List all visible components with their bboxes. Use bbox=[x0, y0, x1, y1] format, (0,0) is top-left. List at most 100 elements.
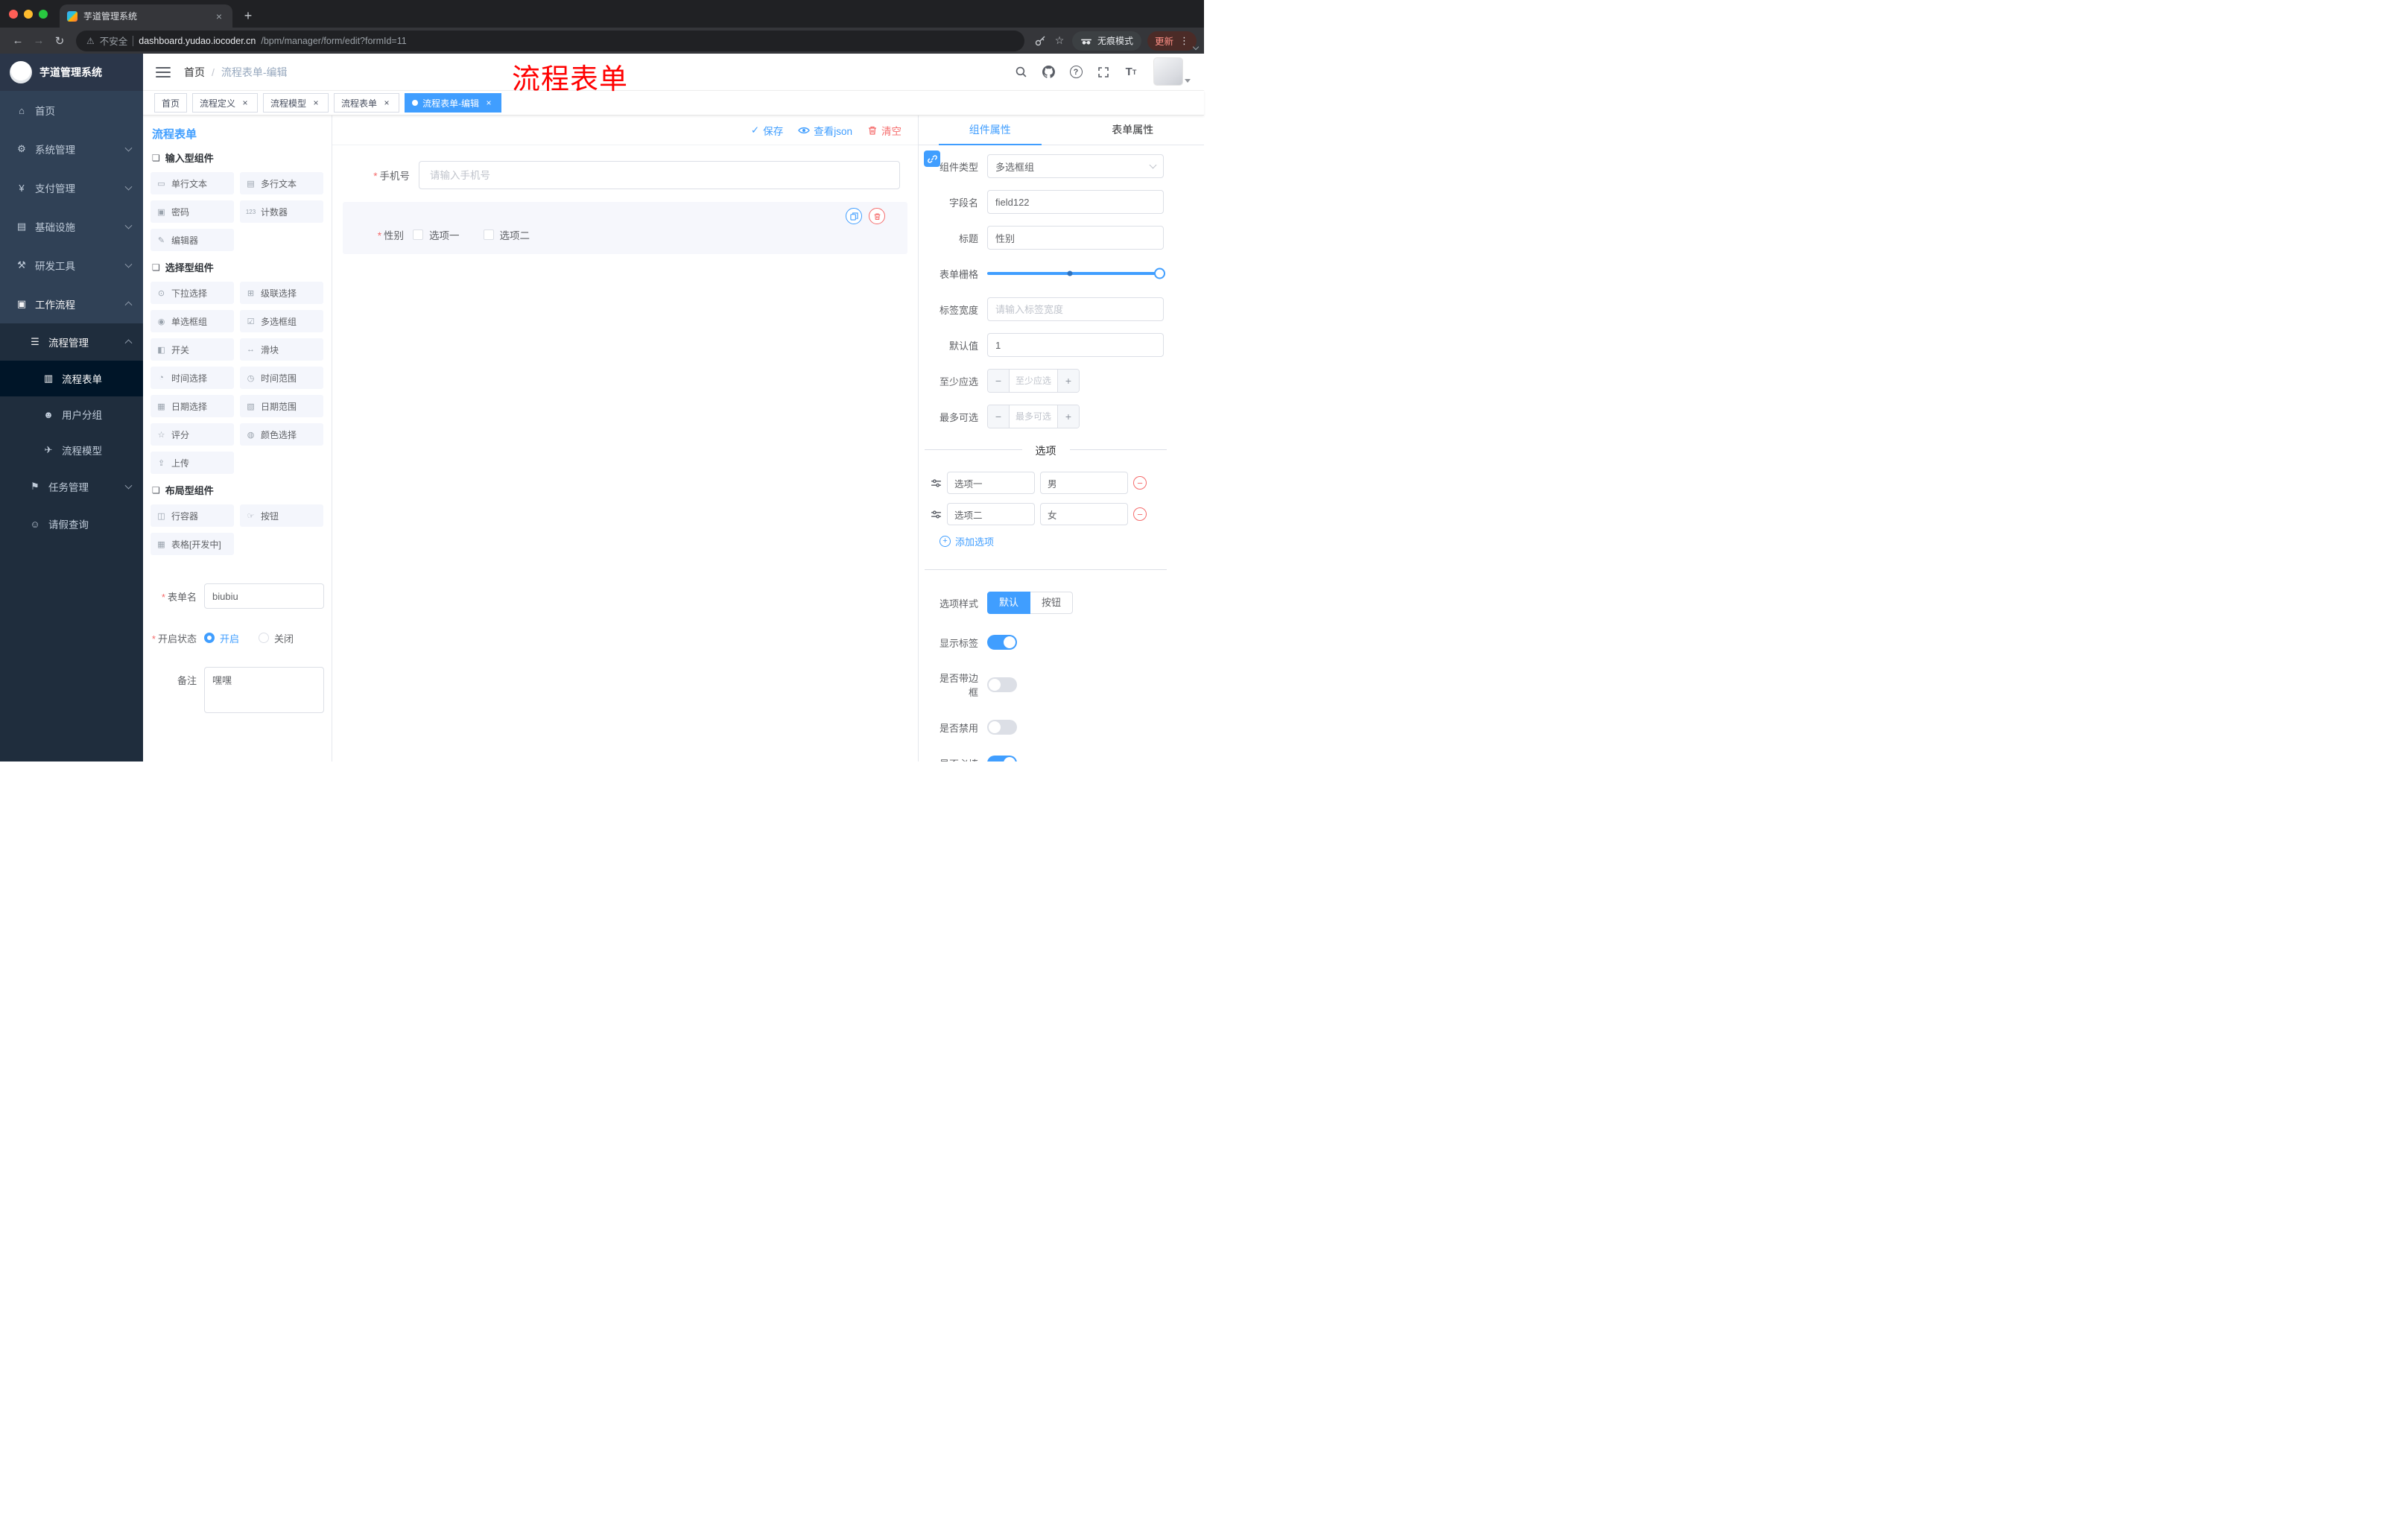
tab-form-props[interactable]: 表单属性 bbox=[1062, 115, 1205, 145]
component-chip-time-picker[interactable]: ◔ 时间选择 bbox=[150, 367, 234, 389]
sidebar-item-workflow[interactable]: ▣ 工作流程 bbox=[0, 285, 143, 323]
sidebar-logo[interactable]: 芋道管理系统 bbox=[0, 54, 143, 91]
slider-track[interactable] bbox=[987, 272, 1164, 275]
form-name-input[interactable] bbox=[204, 583, 324, 609]
browser-menu-icon[interactable]: ⋮ bbox=[1179, 35, 1189, 47]
sidebar-item-task-management[interactable]: ⚑ 任务管理 bbox=[0, 468, 143, 505]
default-value-input[interactable] bbox=[987, 333, 1164, 357]
window-close-button[interactable] bbox=[9, 9, 18, 19]
option-label-input[interactable] bbox=[947, 503, 1035, 525]
user-menu[interactable] bbox=[1153, 57, 1192, 87]
window-zoom-button[interactable] bbox=[39, 9, 48, 19]
breadcrumb-home[interactable]: 首页 bbox=[184, 65, 205, 80]
remove-option-button[interactable]: − bbox=[1133, 476, 1147, 490]
sidebar-item-process-form[interactable]: ▥ 流程表单 bbox=[0, 361, 143, 396]
min-select-input[interactable] bbox=[1010, 370, 1057, 392]
tag-process-definition[interactable]: 流程定义 × bbox=[192, 93, 259, 113]
clear-button[interactable]: 清空 bbox=[867, 123, 902, 138]
stepper-plus-button[interactable]: + bbox=[1057, 370, 1079, 392]
title-input[interactable] bbox=[987, 226, 1164, 250]
component-chip-cascader[interactable]: ⊞ 级联选择 bbox=[240, 282, 323, 304]
sidebar-item-infrastructure[interactable]: ▤ 基础设施 bbox=[0, 207, 143, 246]
sidebar-item-process-model[interactable]: ✈ 流程模型 bbox=[0, 432, 143, 468]
checkbox-option-1[interactable]: 选项一 bbox=[413, 227, 460, 242]
font-size-icon[interactable]: TT bbox=[1121, 63, 1141, 82]
reload-button[interactable]: ↻ bbox=[49, 34, 70, 48]
tag-process-form[interactable]: 流程表单 × bbox=[334, 93, 400, 113]
grid-slider[interactable] bbox=[987, 262, 1165, 285]
forward-button[interactable]: → bbox=[28, 34, 49, 47]
option-value-input[interactable] bbox=[1040, 472, 1128, 494]
phone-input[interactable] bbox=[419, 161, 900, 189]
slider-handle[interactable] bbox=[1154, 267, 1165, 279]
component-chip-button[interactable]: ☞ 按钮 bbox=[240, 504, 323, 527]
component-chip-slider[interactable]: ↔ 滑块 bbox=[240, 338, 323, 361]
component-chip-upload[interactable]: ⇪ 上传 bbox=[150, 452, 234, 474]
tag-close-icon[interactable]: × bbox=[381, 98, 392, 108]
status-radio-off[interactable]: 关闭 bbox=[259, 631, 294, 645]
security-warning-icon[interactable]: ⚠ bbox=[86, 36, 95, 46]
drag-handle-icon[interactable] bbox=[931, 509, 942, 520]
tag-home[interactable]: 首页 bbox=[154, 93, 188, 113]
component-chip-radio-group[interactable]: ◉ 单选框组 bbox=[150, 310, 234, 332]
component-chip-checkbox-group[interactable]: ☑ 多选框组 bbox=[240, 310, 323, 332]
link-icon[interactable] bbox=[924, 151, 940, 167]
style-default-button[interactable]: 默认 bbox=[987, 592, 1031, 614]
required-switch[interactable] bbox=[987, 756, 1017, 762]
disabled-switch[interactable] bbox=[987, 720, 1017, 735]
component-chip-date-range[interactable]: ▧ 日期范围 bbox=[240, 395, 323, 417]
browser-tab[interactable]: 芋道管理系统 × bbox=[60, 4, 232, 28]
tag-close-icon[interactable]: × bbox=[240, 98, 250, 108]
address-bar[interactable]: ⚠ 不安全 dashboard.yudao.iocoder.cn /bpm/ma… bbox=[76, 30, 1024, 51]
component-chip-row-container[interactable]: ◫ 行容器 bbox=[150, 504, 234, 527]
option-label-input[interactable] bbox=[947, 472, 1035, 494]
component-chip-date-picker[interactable]: ▦ 日期选择 bbox=[150, 395, 234, 417]
tag-close-icon[interactable]: × bbox=[484, 98, 494, 108]
sidebar-item-leave-query[interactable]: ☺ 请假查询 bbox=[0, 505, 143, 542]
sidebar-item-system[interactable]: ⚙ 系统管理 bbox=[0, 130, 143, 168]
component-chip-select[interactable]: ⊙ 下拉选择 bbox=[150, 282, 234, 304]
field-name-input[interactable] bbox=[987, 190, 1164, 214]
canvas-field-phone[interactable]: * 手机号 bbox=[343, 154, 907, 196]
update-button[interactable]: 更新 ⋮ bbox=[1147, 31, 1197, 51]
component-chip-counter[interactable]: 123 计数器 bbox=[240, 200, 323, 223]
tag-process-model[interactable]: 流程模型 × bbox=[263, 93, 329, 113]
status-radio-on[interactable]: 开启 bbox=[204, 631, 239, 645]
sidebar-item-devtools[interactable]: ⚒ 研发工具 bbox=[0, 246, 143, 285]
stepper-plus-button[interactable]: + bbox=[1057, 405, 1079, 428]
option-value-input[interactable] bbox=[1040, 503, 1128, 525]
copy-field-button[interactable] bbox=[846, 208, 862, 224]
help-icon[interactable]: ? bbox=[1066, 63, 1086, 82]
component-type-select[interactable]: 多选框组 bbox=[987, 154, 1164, 178]
component-chip-switch[interactable]: ◧ 开关 bbox=[150, 338, 234, 361]
delete-field-button[interactable] bbox=[869, 208, 885, 224]
window-minimize-button[interactable] bbox=[24, 9, 33, 19]
tag-close-icon[interactable]: × bbox=[311, 98, 321, 108]
component-chip-textarea[interactable]: ▤ 多行文本 bbox=[240, 172, 323, 194]
remove-option-button[interactable]: − bbox=[1133, 507, 1147, 521]
tab-component-props[interactable]: 组件属性 bbox=[919, 115, 1062, 145]
component-chip-editor[interactable]: ✎ 编辑器 bbox=[150, 229, 234, 251]
component-chip-table[interactable]: ▦ 表格[开发中] bbox=[150, 533, 234, 555]
tab-close-icon[interactable]: × bbox=[213, 10, 225, 22]
github-icon[interactable] bbox=[1039, 63, 1058, 82]
sidebar-item-user-group[interactable]: ☻ 用户分组 bbox=[0, 396, 143, 432]
component-chip-rate[interactable]: ☆ 评分 bbox=[150, 423, 234, 446]
stepper-minus-button[interactable]: − bbox=[988, 405, 1010, 428]
fullscreen-icon[interactable] bbox=[1094, 63, 1113, 82]
border-switch[interactable] bbox=[987, 677, 1017, 692]
add-option-button[interactable]: + 添加选项 bbox=[940, 534, 994, 548]
tag-process-form-edit[interactable]: 流程表单-编辑 × bbox=[405, 93, 502, 113]
bookmark-star-icon[interactable]: ☆ bbox=[1050, 34, 1069, 47]
new-tab-button[interactable]: + bbox=[238, 8, 258, 24]
drag-handle-icon[interactable] bbox=[931, 478, 942, 489]
sidebar-item-payment[interactable]: ¥ 支付管理 bbox=[0, 168, 143, 207]
checkbox-option-2[interactable]: 选项二 bbox=[483, 227, 530, 242]
canvas-field-gender-selected[interactable]: * 性别 选项一 选项二 bbox=[343, 202, 907, 254]
label-width-input[interactable] bbox=[987, 297, 1164, 321]
sidebar-toggle-button[interactable] bbox=[156, 66, 171, 77]
sidebar-item-process-management[interactable]: ☰ 流程管理 bbox=[0, 323, 143, 361]
style-button-button[interactable]: 按钮 bbox=[1030, 592, 1074, 614]
component-chip-time-range[interactable]: ◷ 时间范围 bbox=[240, 367, 323, 389]
max-select-input[interactable] bbox=[1010, 405, 1057, 428]
